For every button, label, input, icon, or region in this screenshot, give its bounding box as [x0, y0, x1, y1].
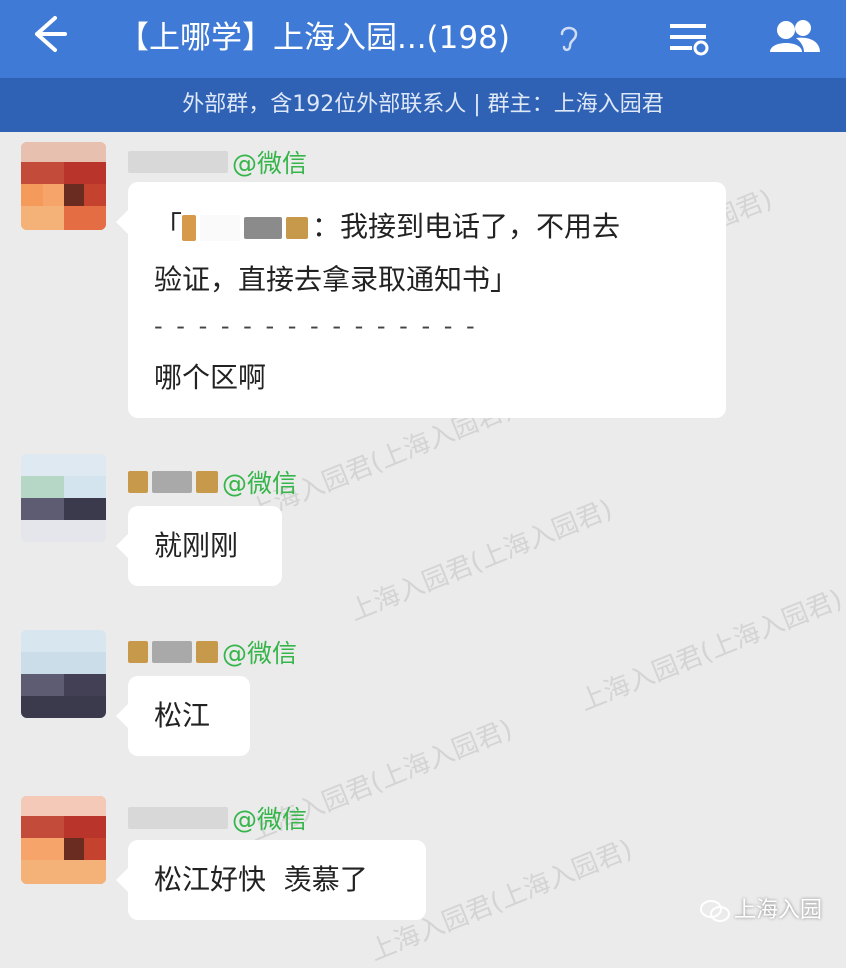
avatar[interactable]	[21, 796, 106, 884]
wechat-tag: @微信	[232, 805, 308, 834]
wechat-tag: @微信	[222, 469, 298, 498]
group-members-icon[interactable]	[766, 10, 822, 66]
group-info-bar: 外部群，含192位外部联系人 | 群主：上海入园君	[0, 78, 846, 132]
wechat-tag: @微信	[222, 639, 298, 668]
quote-divider: - - - - - - - - - - - - - - -	[154, 312, 478, 340]
chat-message: @微信 就刚刚	[0, 450, 846, 600]
sender-name: @微信	[128, 464, 298, 498]
chat-header: 【上哪学】上海入园...(198)	[0, 0, 846, 78]
message-text: 哪个区啊	[154, 361, 267, 394]
sender-name: @微信	[128, 634, 298, 668]
avatar[interactable]	[21, 454, 106, 542]
message-bubble[interactable]: 就刚刚	[116, 506, 282, 586]
account-logo: 上海入园	[699, 892, 822, 924]
group-title: 【上哪学】上海入园...(198)	[118, 20, 510, 56]
chat-message: @微信 松江	[0, 620, 846, 770]
quoted-message-cont: 验证，直接去拿录取通知书」	[154, 263, 519, 296]
wechat-tag: @微信	[232, 149, 308, 178]
account-name: 上海入园	[733, 898, 822, 923]
quoted-message: 「：我接到电话了，不用去	[154, 210, 621, 243]
chat-message: @微信 「：我接到电话了，不用去 验证，直接去拿录取通知书」 - - - - -…	[0, 132, 846, 432]
wechat-icon	[699, 900, 730, 922]
message-bubble[interactable]: 松江好快 羡慕了	[116, 840, 426, 920]
avatar[interactable]	[21, 630, 106, 718]
message-bubble[interactable]: 「：我接到电话了，不用去 验证，直接去拿录取通知书」 - - - - - - -…	[116, 182, 726, 418]
message-bubble[interactable]: 松江	[116, 676, 250, 756]
sender-name: @微信	[128, 800, 308, 834]
chat-settings-icon[interactable]	[668, 10, 712, 66]
back-arrow-icon[interactable]	[22, 12, 72, 62]
avatar[interactable]	[21, 142, 106, 230]
sender-name: @微信	[128, 144, 308, 178]
earpiece-icon	[560, 26, 578, 52]
